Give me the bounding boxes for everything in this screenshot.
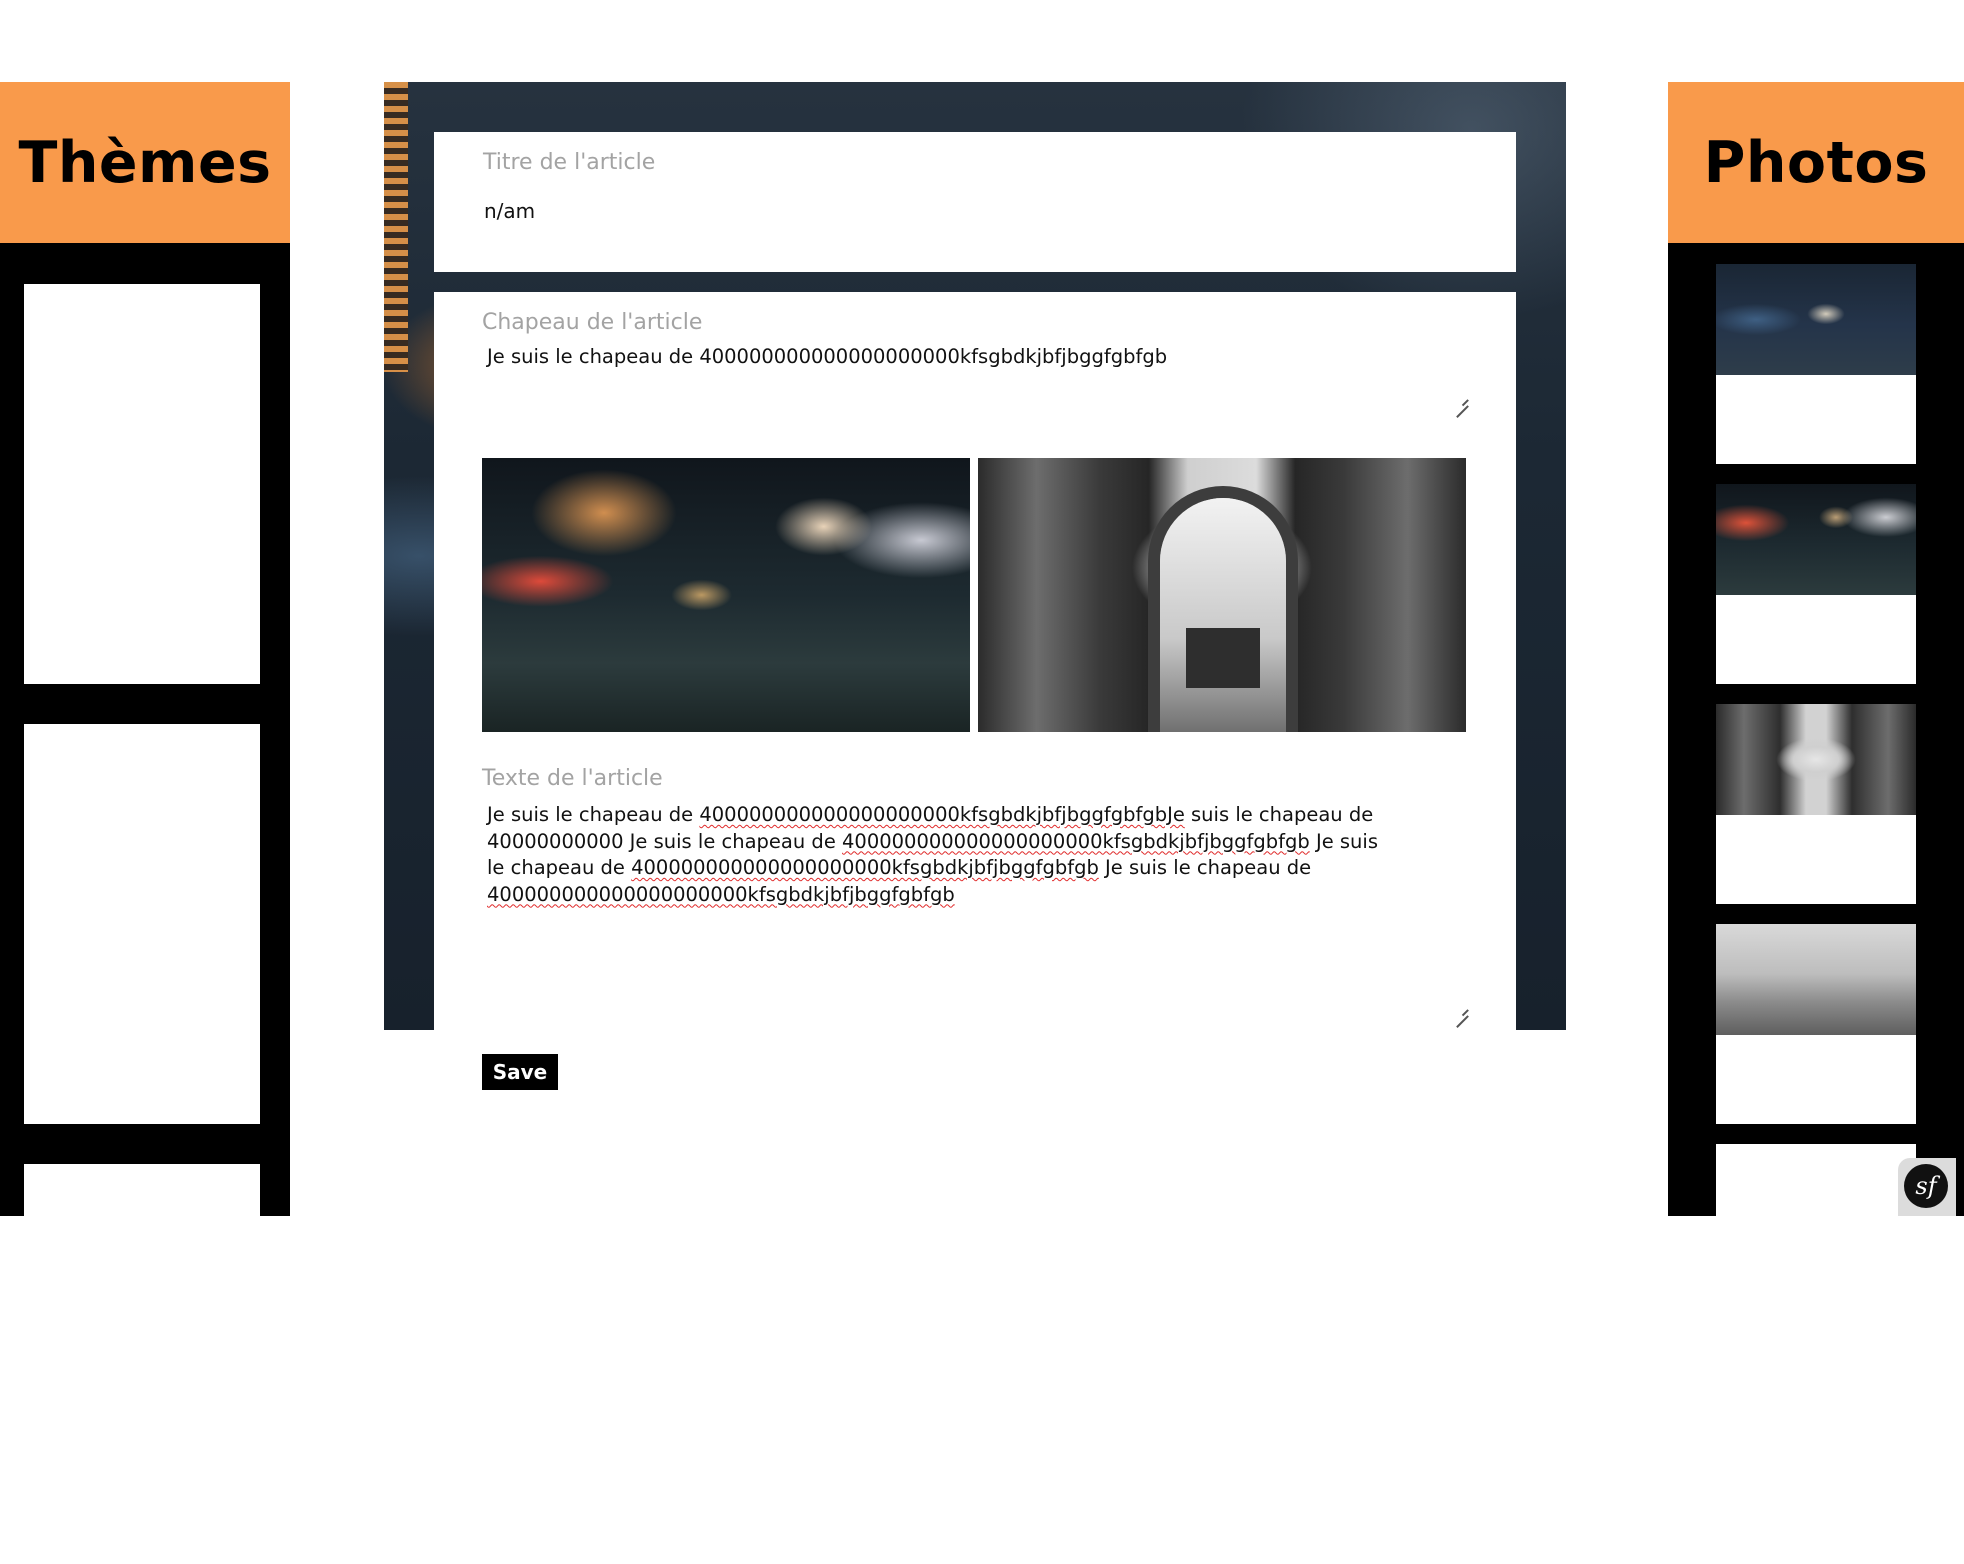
article-text-textarea[interactable]: Je suis le chapeau de 400000000000000000… — [487, 802, 1477, 908]
article-image-arch[interactable] — [978, 458, 1466, 732]
themes-title: Thèmes — [18, 129, 272, 196]
summary-textarea[interactable]: Je suis le chapeau de 400000000000000000… — [487, 345, 1167, 368]
text-segment: 40000000000 Je suis le chapeau de — [487, 829, 843, 853]
neon-sign-decoration — [384, 82, 408, 372]
theme-card[interactable] — [24, 724, 260, 1124]
title-input[interactable]: n/am — [484, 199, 535, 223]
photo-card-arch[interactable] — [1716, 704, 1916, 904]
text-segment: Je suis le chapeau de — [487, 803, 700, 826]
theme-card[interactable] — [24, 284, 260, 684]
photo-thumbnail — [1716, 704, 1916, 815]
symfony-toolbar-toggle[interactable]: sf — [1898, 1158, 1956, 1216]
photos-title: Photos — [1703, 129, 1929, 196]
misspelled-word: 400000000000000000000kfsgbdkjbfjbggfgbfg… — [699, 803, 1185, 826]
text-resize-icon[interactable] — [1454, 1002, 1468, 1016]
themes-sidebar: Thèmes — [0, 82, 290, 1564]
summary-label: Chapeau de l'article — [482, 310, 703, 335]
text-segment: Je suis le chapeau de — [1098, 856, 1312, 879]
photo-card-foggy-road[interactable] — [1716, 924, 1916, 1124]
photos-header: Photos — [1668, 82, 1964, 243]
booth-shape — [1186, 628, 1260, 688]
misspelled-word: 400000000000000000000kfsgbdkjbfjbggfgbfg… — [631, 856, 1099, 879]
text-segment: Je suis — [1309, 829, 1378, 853]
misspelled-word: 400000000000000000000kfsgbdkjbfjbggfgbfg… — [842, 829, 1310, 853]
photo-card-street[interactable] — [1716, 484, 1916, 684]
arch-shape — [1160, 498, 1286, 732]
photo-card[interactable] — [1716, 1144, 1916, 1344]
summary-resize-icon[interactable] — [1454, 392, 1468, 406]
photos-sidebar: Photos — [1668, 82, 1964, 1344]
title-card: Titre de l'article n/am — [434, 132, 1516, 272]
themes-header: Thèmes — [0, 82, 290, 243]
symfony-logo-icon: sf — [1904, 1164, 1948, 1208]
title-label: Titre de l'article — [483, 150, 656, 175]
photo-card-umbrella[interactable] — [1716, 264, 1916, 464]
photo-thumbnail — [1716, 264, 1916, 375]
theme-card[interactable] — [24, 1164, 260, 1564]
photo-thumbnail — [1716, 484, 1916, 595]
text-segment: suis le chapeau de — [1184, 803, 1374, 826]
text-label: Texte de l'article — [482, 766, 663, 791]
article-image-street[interactable] — [482, 458, 970, 732]
photo-thumbnail — [1716, 924, 1916, 1035]
save-button[interactable]: Save — [482, 1054, 558, 1090]
misspelled-word: 400000000000000000000kfsgbdkjbfjbggfgbfg… — [487, 882, 955, 906]
text-segment: le chapeau de — [487, 856, 632, 879]
